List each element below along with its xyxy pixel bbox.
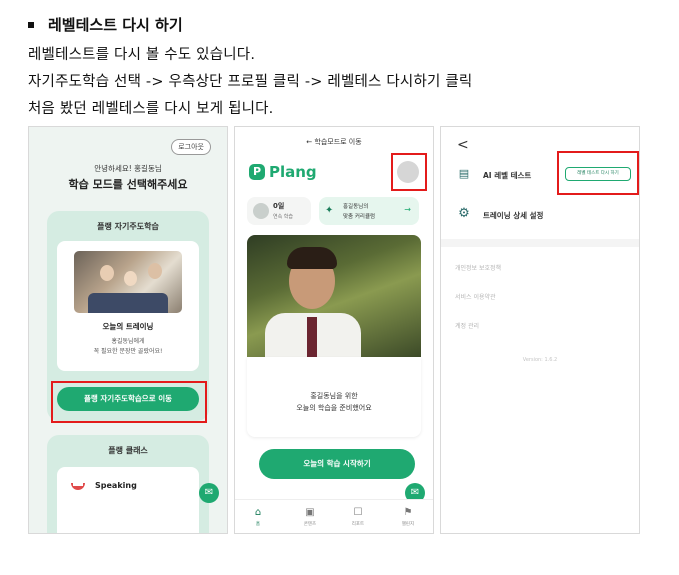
hero-photo xyxy=(247,235,421,357)
streak-value: 0일 xyxy=(273,202,285,210)
photo-tie xyxy=(307,317,317,357)
tab-report[interactable]: ☐ 리포트 xyxy=(343,506,373,527)
hero-line-2: 오늘의 학습을 준비했어요 xyxy=(296,404,372,412)
class-card-title: 플랭 클래스 xyxy=(108,446,148,455)
highlight-box xyxy=(51,381,207,423)
today-sub-line-2: 꼭 필요한 문장만 골랐어요! xyxy=(93,348,163,355)
mouth-icon xyxy=(71,483,85,490)
highlight-box xyxy=(557,151,639,195)
paragraph-line-1: 레벨테스트를 다시 볼 수도 있습니다. xyxy=(28,47,256,63)
contents-icon: ▣ xyxy=(305,507,315,518)
bottom-tab-bar: ⌂ 홈 ▣ 콘텐츠 ☐ 리포트 ⚑ 챌린지 xyxy=(235,499,433,533)
bullet-icon xyxy=(28,21,34,28)
document: 레벨테스트 다시 하기 레벨테스트를 다시 볼 수도 있습니다. 자기주도학습 … xyxy=(0,0,679,575)
self-study-card-title: 플랭 자기주도학습 xyxy=(97,222,159,231)
tab-label: 리포트 xyxy=(351,522,365,527)
class-card: 플랭 클래스 Speaking xyxy=(47,435,209,533)
plang-logo: P Plang xyxy=(249,163,317,181)
tab-label: 홈 xyxy=(255,522,261,527)
back-to-mode-link[interactable]: ← 학습모드로 이동 xyxy=(235,137,433,147)
report-icon: ☐ xyxy=(353,507,363,518)
privacy-policy-link[interactable]: 개인정보 보호정책 xyxy=(455,263,501,272)
logout-button[interactable]: 로그아웃 xyxy=(171,139,211,155)
class-list: Speaking xyxy=(57,467,199,533)
tab-home[interactable]: ⌂ 홈 xyxy=(243,506,273,527)
section-heading: 레벨테스트 다시 하기 xyxy=(28,14,183,35)
greeting-text: 안녕하세요! 홍길동님 xyxy=(94,164,162,173)
photo-shirt xyxy=(88,293,168,313)
mode-select-title: 학습 모드를 선택해주세요 xyxy=(68,178,188,191)
arrow-right-icon: → xyxy=(404,205,411,214)
today-sub-line-1: 홍길동님에게 xyxy=(111,338,145,345)
sparkle-icon: ✦ xyxy=(325,205,334,216)
logo-mark: P xyxy=(249,164,265,180)
paragraph-line-3: 처음 봤던 레벨테스를 다시 보게 됩니다. xyxy=(28,101,274,117)
screenshot-mode-select: 로그아웃 안녕하세요! 홍길동님 학습 모드를 선택해주세요 플랭 자기주도학습… xyxy=(28,126,228,534)
account-management-link[interactable]: 계정 관리 xyxy=(455,321,479,330)
photo-hair xyxy=(287,247,337,269)
heading-text: 레벨테스트 다시 하기 xyxy=(48,16,183,34)
back-icon[interactable]: < xyxy=(457,137,469,153)
tab-challenge[interactable]: ⚑ 챌린지 xyxy=(393,506,423,527)
highlight-box xyxy=(391,153,427,191)
tab-label: 챌린지 xyxy=(401,522,415,527)
curriculum-line-2: 맞춤 커리큘럼 xyxy=(343,214,376,220)
curriculum-pill[interactable]: ✦ 홍길동님의 맞춤 커리큘럼 → xyxy=(319,197,419,225)
gear-icon: ⚙ xyxy=(458,206,470,221)
tab-label: 콘텐츠 xyxy=(303,522,317,527)
chat-bubble-icon[interactable]: ✉ xyxy=(199,483,219,503)
curriculum-line-1: 홍길동님의 xyxy=(343,204,369,210)
app-version: Version: 1.6.2 xyxy=(522,357,558,363)
streak-label: 연속 학습 xyxy=(273,214,293,220)
clipboard-icon: ▤ xyxy=(458,167,470,180)
screenshot-home: ← 학습모드로 이동 P Plang 0일 연속 학습 ✦ 홍길동님의 맞춤 커… xyxy=(234,126,434,534)
terms-of-service-link[interactable]: 서비스 이용약관 xyxy=(455,292,496,301)
streak-icon xyxy=(253,203,269,219)
training-panel: 오늘의 트레이닝 홍길동님에게 꼭 필요한 문장만 골랐어요! xyxy=(57,241,199,371)
flag-icon: ⚑ xyxy=(403,507,413,518)
today-training-title: 오늘의 트레이닝 xyxy=(102,322,154,331)
tab-contents[interactable]: ▣ 콘텐츠 xyxy=(295,506,325,527)
hero-caption: 홍길동님을 위한 오늘의 학습을 준비했어요 xyxy=(247,357,421,437)
start-lesson-button[interactable]: 오늘의 학습 시작하기 xyxy=(259,449,415,479)
ai-level-test-label: AI 레벨 테스트 xyxy=(483,171,532,180)
photo-face xyxy=(100,265,114,281)
section-divider xyxy=(441,239,639,247)
speaking-item[interactable]: Speaking xyxy=(95,481,137,490)
photo-face xyxy=(148,263,162,279)
today-training-subtitle: 홍길동님에게 꼭 필요한 문장만 골랐어요! xyxy=(57,337,199,357)
screenshot-profile: < ▤ AI 레벨 테스트 레벨 테스트 다시 하기 ⚙ 트레이닝 상세 설정 … xyxy=(440,126,640,534)
logo-wordmark: Plang xyxy=(269,163,317,181)
streak-pill: 0일 연속 학습 xyxy=(247,197,311,225)
hero-line-1: 홍길동님을 위한 xyxy=(310,392,358,400)
family-photo xyxy=(74,251,182,313)
photo-face xyxy=(124,271,137,286)
paragraph-line-2: 자기주도학습 선택 -> 우측상단 프로필 클릭 -> 레벨테스 다시하기 클릭 xyxy=(28,74,473,90)
training-settings-item[interactable]: 트레이닝 상세 설정 xyxy=(483,210,543,221)
home-icon: ⌂ xyxy=(254,507,262,518)
